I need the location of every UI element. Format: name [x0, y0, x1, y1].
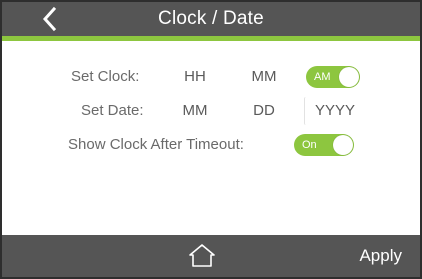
settings-form: Set Clock: HH MM AM Set Date: MM DD YYYY… [2, 41, 420, 233]
page-title: Clock / Date [158, 8, 264, 29]
show-clock-label: Show Clock After Timeout: [68, 136, 244, 153]
set-date-row: Set Date: MM DD YYYY [2, 97, 420, 125]
toggle-knob [339, 67, 359, 87]
show-clock-row: Show Clock After Timeout: On [2, 131, 420, 159]
ampm-toggle[interactable]: AM [306, 66, 360, 88]
clock-date-screen: Clock / Date Set Clock: HH MM AM Set Dat… [0, 0, 422, 279]
set-clock-label: Set Clock: [71, 68, 140, 85]
footer-bar: Apply [2, 235, 420, 277]
set-date-label: Set Date: [81, 102, 144, 119]
toggle-knob [333, 135, 353, 155]
month-field[interactable]: MM [168, 97, 222, 125]
minute-field[interactable]: MM [238, 63, 290, 91]
day-field[interactable]: DD [238, 97, 290, 125]
ampm-toggle-label: AM [314, 71, 331, 83]
show-clock-toggle[interactable]: On [294, 134, 354, 156]
set-clock-row: Set Clock: HH MM AM [2, 63, 420, 91]
apply-button[interactable]: Apply [359, 235, 402, 277]
home-button[interactable] [188, 243, 216, 269]
year-field[interactable]: YYYY [304, 97, 365, 125]
home-icon [189, 244, 215, 267]
header-bar: Clock / Date [2, 2, 420, 41]
show-clock-toggle-label: On [302, 139, 317, 151]
hour-field[interactable]: HH [168, 63, 222, 91]
